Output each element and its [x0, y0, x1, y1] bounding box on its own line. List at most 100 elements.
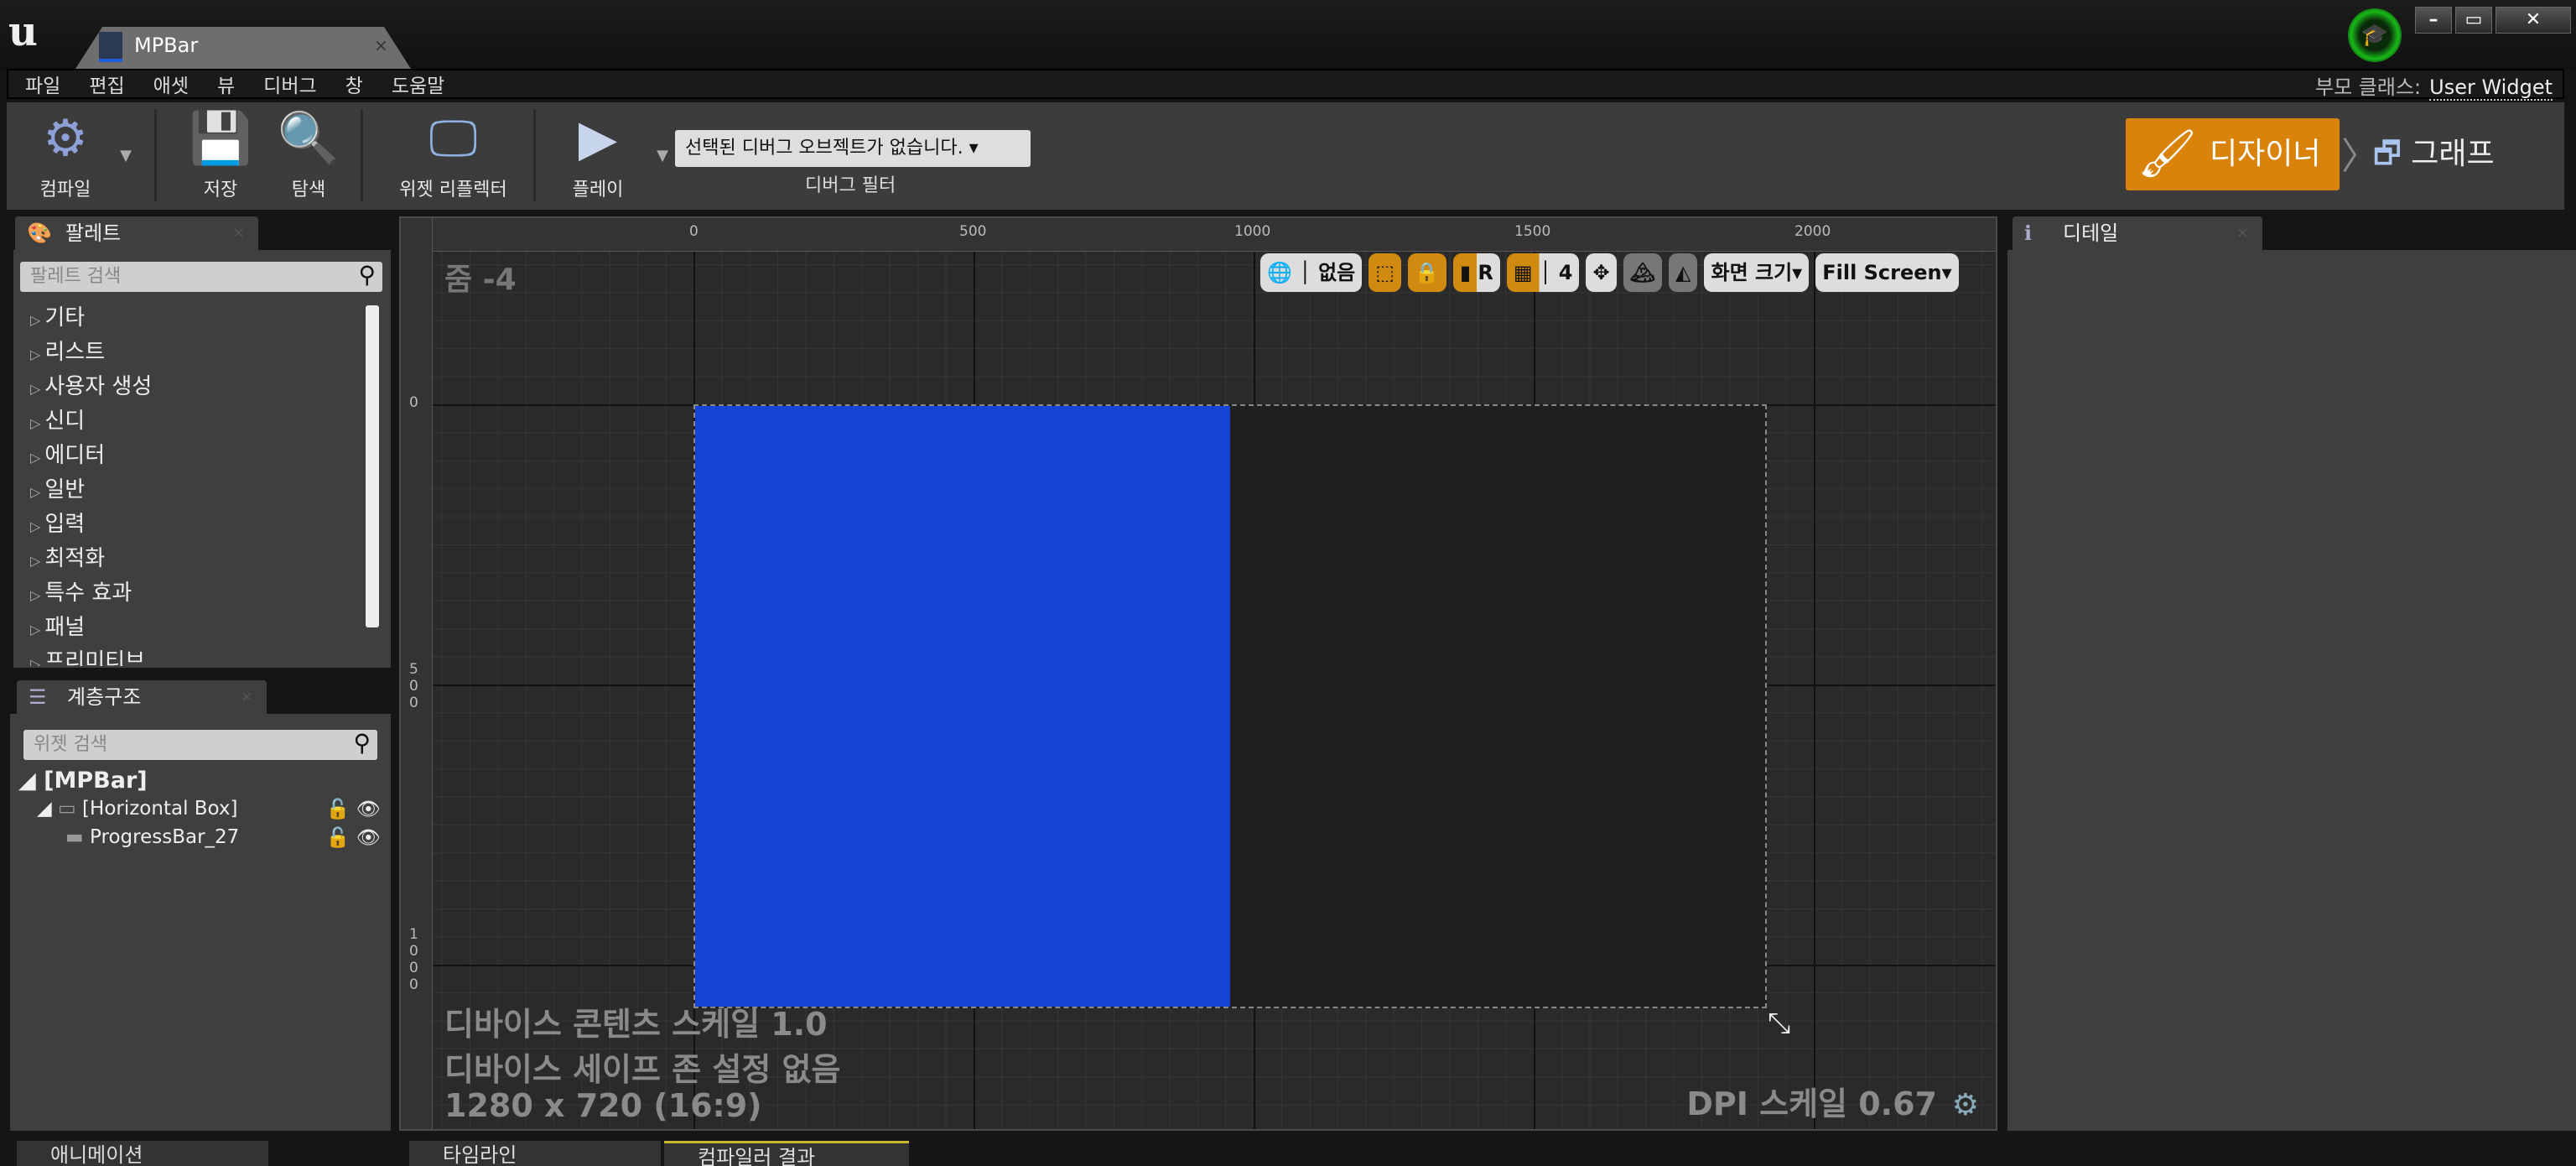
respect-locks-toggle[interactable]: ▮ R [1452, 253, 1500, 292]
widget-search-input[interactable]: 위젯 검색 ⚲ [23, 729, 377, 760]
play-icon: ▶ [578, 109, 618, 168]
ruler-label: 1000 [1234, 223, 1271, 240]
hierarchy-panel: 위젯 검색 ⚲ ◢ [MPBar] ◢ ▭ [Horizontal Box] 🔓 👁… [10, 714, 391, 1131]
flip-toggle[interactable]: ◭ [1669, 253, 1698, 292]
background-image-toggle[interactable]: 🏔 [1623, 253, 1663, 292]
palette-category[interactable]: 일반 [30, 472, 85, 503]
lock-toggle[interactable]: 🔒 [1407, 253, 1446, 292]
tab-palette[interactable]: 🎨 팔레트 × [15, 216, 258, 250]
palette-scrollbar[interactable] [366, 305, 379, 627]
gear-icon[interactable]: ⚙ [1952, 1088, 1979, 1122]
debug-object-select[interactable]: 선택된 디버그 오브젝트가 없습니다. ▾ [675, 130, 1031, 167]
magnifier-icon: 🔍 [277, 109, 340, 168]
tree-item-root[interactable]: ◢ [MPBar] [18, 768, 148, 794]
ruler-left: 0 500 1000 [401, 218, 433, 1129]
menu-help[interactable]: 도움말 [392, 70, 444, 98]
ruler-label: 0 [409, 394, 418, 411]
eye-icon[interactable]: 👁 [356, 799, 381, 820]
menu-edit[interactable]: 편집 [89, 70, 124, 98]
menu-window[interactable]: 창 [345, 70, 363, 98]
info-icon: ℹ [2024, 221, 2033, 245]
unlock-icon[interactable]: 🔓 [326, 799, 351, 820]
menu-file[interactable]: 파일 [25, 70, 60, 98]
screen-size-dropdown[interactable]: 화면 크기▾ [1704, 253, 1810, 292]
palette-panel: 팔레트 검색 ⚲ 기타 리스트 사용자 생성 신디 에디터 일반 입력 최적화 특… [13, 250, 391, 668]
tab-details[interactable]: ℹ 디테일 × [2012, 216, 2262, 250]
graph-mode-button[interactable]: 🗗 그래프 [2373, 118, 2495, 190]
fill-screen-dropdown[interactable]: Fill Screen▾ [1815, 253, 1959, 292]
reflector-icon: 🖵 [428, 109, 478, 168]
search-icon: ⚲ [358, 261, 376, 289]
move-icon: ✥ [1592, 261, 1610, 284]
palette-category[interactable]: 기타 [30, 300, 85, 331]
menu-asset[interactable]: 애셋 [153, 70, 189, 98]
menu-view[interactable]: 뷰 [217, 70, 235, 98]
palette-search-input[interactable]: 팔레트 검색 ⚲ [20, 261, 382, 292]
root-label: [MPBar] [44, 768, 148, 794]
designer-label: 디자이너 [2210, 137, 2321, 171]
designer-mode-button[interactable]: 🖌 디자이너 [2126, 118, 2340, 190]
play-options-dropdown[interactable]: ▼ [646, 102, 679, 210]
ruler-label: 0 [689, 223, 699, 240]
tab-hierarchy[interactable]: ☰ 계층구조 × [17, 680, 267, 714]
tab-compiler-results[interactable]: 컴파일러 결과 [664, 1141, 909, 1166]
tree-item[interactable]: ▬ ProgressBar_27 🔓 👁 [65, 826, 381, 849]
menu-debug[interactable]: 디버그 [263, 70, 316, 98]
tab-timeline[interactable]: 타임라인 [409, 1141, 661, 1166]
close-tab-button[interactable]: × [374, 35, 388, 55]
palette-category[interactable]: 리스트 [30, 335, 105, 366]
designer-canvas[interactable]: 0 500 1000 1500 2000 0 500 1000 ⤡ 줌 -4 🌐… [399, 216, 1997, 1131]
progress-bar-fill[interactable] [695, 406, 1230, 1007]
ruler-label: 1500 [1514, 223, 1551, 240]
palette-category[interactable]: 패널 [30, 610, 85, 641]
palette-category[interactable]: 프리미티브 [30, 644, 145, 666]
palette-category[interactable]: 특수 효과 [30, 575, 132, 606]
palette-category[interactable]: 입력 [30, 507, 85, 538]
browse-button[interactable]: 🔍 탐색 [267, 102, 351, 210]
palette-category[interactable]: 신디 [30, 403, 85, 435]
tab-title: MPBar [134, 34, 199, 57]
document-tab[interactable]: MPBar × [75, 27, 411, 69]
save-icon: 💾 [189, 109, 252, 168]
maximize-button[interactable]: ▭ [2455, 7, 2492, 34]
tree-item[interactable]: ◢ ▭ [Horizontal Box] 🔓 👁 [37, 798, 381, 820]
content-scale-text: 디바이스 콘텐츠 스케일 1.0 [444, 1006, 828, 1043]
unreal-logo[interactable]: u [8, 8, 38, 55]
minimize-button[interactable]: – [2415, 7, 2452, 34]
widget-blueprint-icon [99, 32, 122, 62]
palette-category[interactable]: 에디터 [30, 438, 105, 469]
screen-size-label: 화면 크기 [1711, 261, 1793, 284]
debug-filter-label: 디버그 필터 [805, 175, 896, 196]
locks-icon: ▮ [1459, 261, 1472, 284]
play-button[interactable]: ▶ 플레이 [552, 102, 644, 210]
palette-search-placeholder: 팔레트 검색 [30, 266, 122, 287]
progress-bar-icon: ▬ [65, 826, 84, 848]
close-icon[interactable]: × [2236, 216, 2249, 250]
close-icon[interactable]: × [241, 680, 253, 714]
parent-class-link[interactable]: User Widget [2429, 75, 2553, 101]
compile-icon: ⚙ [43, 109, 88, 168]
unlock-icon[interactable]: 🔓 [326, 827, 351, 849]
tutorial-icon[interactable]: 🎓 [2348, 8, 2402, 62]
close-window-button[interactable]: ✕ [2496, 7, 2571, 34]
save-label: 저장 [203, 180, 238, 200]
eye-icon[interactable]: 👁 [356, 827, 381, 849]
menu-bar: 파일 편집 애셋 뷰 디버그 창 도움말 [7, 69, 2564, 99]
transform-button[interactable]: ✥ [1586, 253, 1617, 292]
outline-toggle[interactable]: ⬚ [1368, 253, 1401, 292]
close-icon[interactable]: × [232, 216, 245, 250]
tab-animation[interactable]: 애니메이션 [17, 1141, 268, 1166]
resize-handle-icon[interactable]: ⤡ [1768, 1007, 1790, 1040]
palette-category[interactable]: 사용자 생성 [30, 369, 152, 400]
ruler-label: 2000 [1794, 223, 1831, 240]
compile-options-dropdown[interactable]: ▼ [109, 102, 143, 210]
widget-preview[interactable] [693, 404, 1767, 1008]
save-button[interactable]: 💾 저장 [179, 102, 262, 210]
grid-snap-toggle[interactable]: ▦ │ 4 [1506, 253, 1580, 292]
palette-category[interactable]: 최적화 [30, 541, 105, 572]
resolution-text: 1280 x 720 (16:9) [444, 1087, 762, 1124]
compile-button[interactable]: ⚙ 컴파일 [15, 102, 116, 210]
dashed-square-icon: ⬚ [1375, 261, 1394, 284]
localization-preview-button[interactable]: 🌐 │ 없음 [1260, 253, 1363, 292]
widget-reflector-button[interactable]: 🖵 위젯 리플렉터 [380, 102, 527, 210]
